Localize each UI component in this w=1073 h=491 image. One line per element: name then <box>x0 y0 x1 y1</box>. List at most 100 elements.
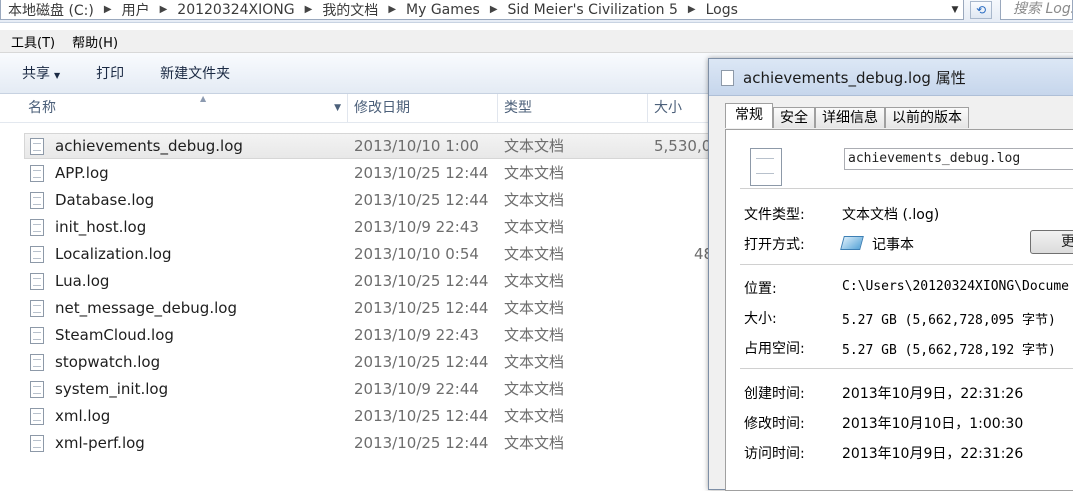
text-file-icon <box>30 165 44 182</box>
file-type: 文本文档 <box>504 191 565 209</box>
chevron-right-icon[interactable]: ▶ <box>685 4 699 15</box>
location-label: 位置: <box>744 281 777 297</box>
file-name: net_message_debug.log <box>55 299 237 317</box>
column-name[interactable]: ▲ 名称 ▼ <box>22 94 348 122</box>
file-type: 文本文档 <box>504 407 565 425</box>
file-date: 2013/10/25 12:44 <box>354 299 489 317</box>
file-date: 2013/10/25 12:44 <box>354 164 489 182</box>
address-bar-region: 本地磁盘 (C:) ▶ 用户 ▶ 20120324XIONG ▶ 我的文档 ▶ My G… <box>0 0 1073 23</box>
file-name: xml-perf.log <box>55 434 145 452</box>
file-type-value: 文本文档 (.log) <box>842 207 940 223</box>
caret-down-icon: ▼ <box>54 71 61 80</box>
breadcrumb-logs[interactable]: Logs <box>699 2 745 18</box>
breadcrumb-local-disk[interactable]: 本地磁盘 (C:) <box>1 0 101 19</box>
divider <box>740 188 1073 189</box>
breadcrumb-documents[interactable]: 我的文档 <box>315 0 385 19</box>
file-name: achievements_debug.log <box>55 137 243 155</box>
text-file-icon <box>721 70 734 86</box>
disk-size-value: 5.27 GB (5,662,728,192 字节) <box>842 343 1056 358</box>
properties-dialog: achievements_debug.log 属性 常规 安全 详细信息 以前的… <box>708 58 1073 491</box>
file-name: Database.log <box>55 191 155 209</box>
divider <box>740 264 1073 265</box>
file-name: Localization.log <box>55 245 172 263</box>
sort-up-icon: ▲ <box>200 94 207 103</box>
breadcrumb-user[interactable]: 20120324XIONG <box>170 2 301 18</box>
file-name: xml.log <box>55 407 111 425</box>
column-date[interactable]: 修改日期 <box>348 94 498 122</box>
file-size: 5,530,0 <box>654 137 712 155</box>
file-date: 2013/10/10 1:00 <box>354 137 479 155</box>
divider <box>740 368 1073 369</box>
created-value: 2013年10月9日，22:31:26 <box>842 386 1024 402</box>
text-file-icon <box>30 246 44 263</box>
file-type: 文本文档 <box>504 272 565 290</box>
open-with-label: 打开方式: <box>744 237 805 253</box>
change-button[interactable]: 更 <box>1030 230 1073 254</box>
share-button[interactable]: 共享 ▼ <box>22 63 60 83</box>
accessed-value: 2013年10月9日，22:31:26 <box>842 446 1024 462</box>
filename-field[interactable]: achievements_debug.log <box>844 148 1073 170</box>
accessed-label: 访问时间: <box>744 446 805 462</box>
file-date: 2013/10/25 12:44 <box>354 272 489 290</box>
address-bar[interactable]: 本地磁盘 (C:) ▶ 用户 ▶ 20120324XIONG ▶ 我的文档 ▶ My G… <box>0 0 964 20</box>
file-type: 文本文档 <box>504 218 565 236</box>
text-file-icon <box>30 381 44 398</box>
file-date: 2013/10/25 12:44 <box>354 434 489 452</box>
tab-security[interactable]: 安全 <box>773 107 815 128</box>
modified-label: 修改时间: <box>744 416 805 432</box>
text-file-icon <box>30 192 44 209</box>
refresh-icon[interactable]: ⟲ <box>970 1 992 19</box>
file-name: system_init.log <box>55 380 169 398</box>
breadcrumb-civ5[interactable]: Sid Meier's Civilization 5 <box>501 2 685 18</box>
file-type-label: 文件类型: <box>744 207 805 223</box>
column-filter-icon[interactable]: ▼ <box>334 94 341 122</box>
size-value: 5.27 GB (5,662,728,095 字节) <box>842 313 1056 328</box>
text-file-icon <box>30 354 44 371</box>
disk-size-label: 占用空间: <box>744 341 805 357</box>
chevron-right-icon[interactable]: ▶ <box>157 4 171 15</box>
file-date: 2013/10/25 12:44 <box>354 191 489 209</box>
location-value: C:\Users\20120324XIONG\Docume <box>842 279 1069 294</box>
text-file-icon <box>750 148 782 186</box>
tab-details[interactable]: 详细信息 <box>815 107 885 128</box>
print-button[interactable]: 打印 <box>96 63 124 83</box>
file-name: stopwatch.log <box>55 353 161 371</box>
file-name: init_host.log <box>55 218 147 236</box>
file-type: 文本文档 <box>504 137 565 155</box>
modified-value: 2013年10月10日，1:00:30 <box>842 416 1024 432</box>
menu-tools[interactable]: 工具(T) <box>0 32 61 51</box>
file-type: 文本文档 <box>504 353 565 371</box>
file-date: 2013/10/9 22:43 <box>354 326 479 344</box>
text-file-icon <box>30 408 44 425</box>
new-folder-button[interactable]: 新建文件夹 <box>160 63 230 83</box>
chevron-right-icon[interactable]: ▶ <box>487 4 501 15</box>
menu-help[interactable]: 帮助(H) <box>61 32 124 51</box>
text-file-icon <box>30 327 44 344</box>
chevron-right-icon[interactable]: ▶ <box>302 4 316 15</box>
menu-bar: 工具(T) 帮助(H) <box>0 30 1073 53</box>
chevron-right-icon[interactable]: ▶ <box>385 4 399 15</box>
text-file-icon <box>30 219 44 236</box>
address-dropdown-icon[interactable]: ▼ <box>946 0 964 20</box>
open-with-value: 记事本 <box>872 237 914 253</box>
file-date: 2013/10/9 22:44 <box>354 380 479 398</box>
dialog-title-bar[interactable]: achievements_debug.log 属性 <box>709 59 1073 96</box>
search-input[interactable]: 搜索 Logs <box>1000 0 1073 20</box>
breadcrumb-my-games[interactable]: My Games <box>399 2 487 18</box>
chevron-right-icon[interactable]: ▶ <box>101 4 115 15</box>
dialog-tabs: 常规 安全 详细信息 以前的版本 <box>725 103 969 128</box>
share-label: 共享 <box>22 66 50 82</box>
text-file-icon <box>30 300 44 317</box>
notepad-icon <box>840 236 864 250</box>
file-name: SteamCloud.log <box>55 326 174 344</box>
column-type[interactable]: 类型 <box>498 94 648 122</box>
column-name-label: 名称 <box>28 100 56 116</box>
text-file-icon <box>30 273 44 290</box>
text-file-icon <box>30 435 44 452</box>
text-file-icon <box>30 138 44 155</box>
tab-previous-versions[interactable]: 以前的版本 <box>885 107 969 128</box>
tab-general[interactable]: 常规 <box>725 103 773 128</box>
breadcrumb-users[interactable]: 用户 <box>115 0 157 19</box>
file-date: 2013/10/25 12:44 <box>354 353 489 371</box>
file-type: 文本文档 <box>504 380 565 398</box>
